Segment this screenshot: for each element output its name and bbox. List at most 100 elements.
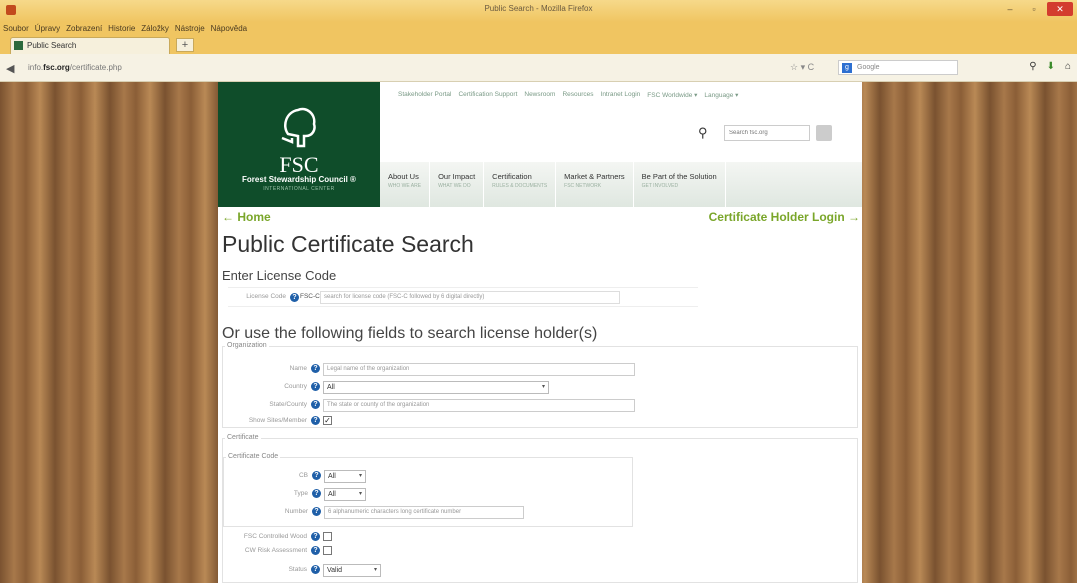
nav-market-partners[interactable]: Market & Partners FSC NETWORK bbox=[556, 162, 634, 207]
chevron-down-icon: ▾ bbox=[373, 567, 377, 573]
type-value: All bbox=[328, 491, 336, 498]
help-icon[interactable]: ? bbox=[311, 364, 320, 373]
type-select[interactable]: All ▾ bbox=[324, 488, 366, 501]
cw-risk-label: CW Risk Assessment bbox=[244, 547, 307, 554]
menu-file[interactable]: Soubor bbox=[3, 22, 29, 36]
browser-search-placeholder: Google bbox=[857, 64, 880, 71]
breadcrumb: ← Home Certificate Holder Login → bbox=[222, 210, 862, 226]
nav-title: Our Impact bbox=[438, 172, 476, 181]
tab-public-search[interactable]: Public Search bbox=[10, 37, 170, 54]
nav-about-us[interactable]: About Us WHO WE ARE bbox=[380, 162, 431, 207]
show-member-label: Show Sites/Member bbox=[248, 417, 307, 424]
fsc-wood-row: FSC Controlled Wood ? bbox=[223, 531, 623, 545]
browser-search-input[interactable]: g Google bbox=[838, 60, 958, 75]
menu-help[interactable]: Nápověda bbox=[211, 22, 247, 36]
fsc-wood-label: FSC Controlled Wood bbox=[243, 533, 307, 540]
nav-subtitle: GET INVOLVED bbox=[641, 183, 679, 189]
number-row: Number ? 6 alphanumeric characters long … bbox=[224, 506, 624, 520]
show-member-row: Show Sites/Member ? ✓ bbox=[223, 415, 853, 429]
chevron-down-icon: ▾ bbox=[358, 473, 362, 479]
chevron-down-icon: ▾ bbox=[541, 384, 545, 390]
number-label: Number bbox=[284, 508, 308, 515]
country-select[interactable]: All ▾ bbox=[323, 381, 549, 394]
favicon-icon bbox=[14, 41, 23, 50]
nav-title: Market & Partners bbox=[564, 172, 625, 181]
help-icon[interactable]: ? bbox=[311, 532, 320, 541]
tree-logo-icon bbox=[281, 107, 316, 148]
license-code-input[interactable]: search for license code (FSC-C followed … bbox=[320, 291, 620, 304]
home-link[interactable]: ← Home bbox=[222, 210, 271, 224]
reload-icon[interactable]: ☆ ▾ C bbox=[790, 62, 814, 73]
certificate-code-legend: Certificate Code bbox=[226, 453, 281, 460]
help-icon[interactable]: ? bbox=[290, 293, 299, 302]
help-icon[interactable]: ? bbox=[311, 382, 320, 391]
search-heading: Or use the following fields to search li… bbox=[222, 325, 598, 342]
toolbar-icons: ⚲ ⬇ ⌂ bbox=[1029, 61, 1071, 72]
nav-subtitle: FSC NETWORK bbox=[564, 183, 602, 189]
tab-label: Public Search bbox=[27, 41, 77, 50]
country-label: Country bbox=[284, 383, 307, 390]
site-search-button[interactable] bbox=[816, 125, 832, 141]
fsc-wood-checkbox[interactable] bbox=[323, 532, 332, 541]
help-icon[interactable]: ? bbox=[311, 416, 320, 425]
cw-risk-row: CW Risk Assessment ? bbox=[223, 545, 623, 559]
cw-risk-checkbox[interactable] bbox=[323, 546, 332, 555]
top-link-resources[interactable]: Resources bbox=[562, 91, 593, 99]
nav-certification[interactable]: Certification RULES & DOCUMENTS bbox=[484, 162, 557, 207]
menu-bookmarks[interactable]: Záložky bbox=[141, 22, 169, 36]
google-icon: g bbox=[842, 63, 852, 73]
status-select[interactable]: Valid ▾ bbox=[323, 564, 381, 577]
help-icon[interactable]: ? bbox=[312, 471, 321, 480]
certificate-holder-login-link[interactable]: Certificate Holder Login → bbox=[709, 210, 860, 224]
home-icon[interactable]: ⌂ bbox=[1065, 61, 1071, 72]
menu-view[interactable]: Zobrazení bbox=[66, 22, 102, 36]
type-label: Type bbox=[293, 490, 308, 497]
search-icon[interactable]: ⚲ bbox=[1029, 61, 1036, 72]
top-link-newsroom[interactable]: Newsroom bbox=[524, 91, 555, 99]
fsc-logo[interactable]: FSC Forest Stewardship Council ® INTERNA… bbox=[218, 82, 380, 207]
state-input[interactable]: The state or county of the organization bbox=[323, 399, 635, 412]
certificate-legend: Certificate bbox=[225, 434, 261, 441]
organization-fieldset: Organization Name ? Legal name of the or… bbox=[222, 342, 858, 429]
page-content: FSC Forest Stewardship Council ® INTERNA… bbox=[218, 82, 862, 583]
minimize-button[interactable]: – bbox=[999, 2, 1021, 16]
help-icon[interactable]: ? bbox=[311, 565, 320, 574]
menu-bar: Soubor Úpravy Zobrazení Historie Záložky… bbox=[0, 22, 1077, 36]
new-tab-button[interactable]: + bbox=[176, 38, 194, 52]
top-link-certification-support[interactable]: Certification Support bbox=[458, 91, 517, 99]
state-label: State/County bbox=[269, 401, 307, 408]
maximize-button[interactable]: ▫ bbox=[1023, 2, 1045, 16]
window-controls: – ▫ ✕ bbox=[999, 2, 1073, 16]
logo-name: Forest Stewardship Council ® bbox=[242, 175, 356, 184]
nav-subtitle: RULES & DOCUMENTS bbox=[492, 183, 548, 189]
close-button[interactable]: ✕ bbox=[1047, 2, 1073, 16]
number-input[interactable]: 6 alphanumeric characters long certifica… bbox=[324, 506, 524, 519]
download-icon[interactable]: ⬇ bbox=[1047, 61, 1055, 72]
help-icon[interactable]: ? bbox=[312, 489, 321, 498]
type-row: Type ? All ▾ bbox=[224, 488, 624, 502]
help-icon[interactable]: ? bbox=[311, 546, 320, 555]
menu-tools[interactable]: Nástroje bbox=[175, 22, 205, 36]
nav-our-impact[interactable]: Our Impact WHAT WE DO bbox=[430, 162, 485, 207]
country-value: All bbox=[327, 384, 335, 391]
name-input[interactable]: Legal name of the organization bbox=[323, 363, 635, 376]
menu-edit[interactable]: Úpravy bbox=[35, 22, 60, 36]
top-link-worldwide[interactable]: FSC Worldwide ▾ bbox=[647, 91, 697, 99]
top-link-intranet[interactable]: Intranet Login bbox=[601, 91, 641, 99]
name-row: Name ? Legal name of the organization bbox=[223, 363, 853, 377]
help-icon[interactable]: ? bbox=[312, 507, 321, 516]
logo-subtitle: INTERNATIONAL CENTER bbox=[263, 186, 335, 192]
main-nav: About Us WHO WE ARE Our Impact WHAT WE D… bbox=[380, 162, 862, 207]
show-member-checkbox[interactable]: ✓ bbox=[323, 416, 332, 425]
top-link-language[interactable]: Language ▾ bbox=[704, 91, 738, 99]
cb-select[interactable]: All ▾ bbox=[324, 470, 366, 483]
top-link-stakeholder[interactable]: Stakeholder Portal bbox=[398, 91, 451, 99]
menu-history[interactable]: Historie bbox=[108, 22, 135, 36]
url-bar[interactable]: info.fsc.org/certificate.php bbox=[20, 61, 840, 75]
back-arrow-icon[interactable]: ◀ bbox=[6, 62, 14, 75]
site-search-input[interactable] bbox=[724, 125, 810, 141]
url-path: /certificate.php bbox=[69, 63, 122, 72]
url-host: fsc.org bbox=[43, 63, 70, 72]
nav-be-part[interactable]: Be Part of the Solution GET INVOLVED bbox=[634, 162, 726, 207]
help-icon[interactable]: ? bbox=[311, 400, 320, 409]
